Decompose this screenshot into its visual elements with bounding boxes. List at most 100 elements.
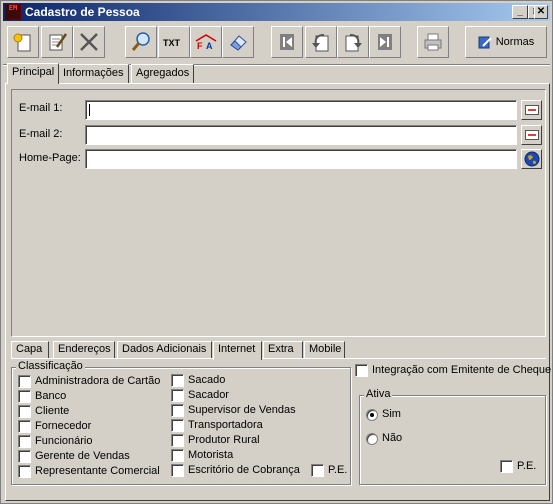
txt-icon: TXT (163, 38, 181, 48)
svg-text:F: F (197, 41, 203, 51)
checkbox-fornecedor[interactable] (18, 420, 31, 433)
edit-button[interactable] (41, 26, 73, 58)
checkbox-classificacao-pe[interactable] (311, 464, 324, 477)
checkbox-transportadora[interactable] (171, 419, 184, 432)
normas-button[interactable]: Normas (465, 26, 547, 58)
label-transportadora: Transportadora (188, 419, 263, 431)
tab-extra[interactable]: Extra (263, 341, 303, 358)
svg-text:TXT: TXT (163, 38, 181, 48)
tab-dados-adicionais[interactable]: Dados Adicionais (117, 341, 212, 358)
ativa-title: Ativa (364, 388, 393, 400)
fa-button[interactable]: F A (190, 26, 222, 58)
last-icon (378, 34, 392, 50)
normas-icon (478, 36, 492, 49)
close-button[interactable]: ✕ (534, 5, 548, 19)
label-fornecedor: Fornecedor (35, 420, 92, 432)
label-gerente-vendas: Gerente de Vendas (35, 450, 130, 462)
checkbox-integracao-cheque[interactable] (355, 364, 368, 377)
tab-enderecos[interactable]: Endereços (53, 341, 115, 358)
export-txt-button[interactable]: TXT (158, 26, 190, 58)
radio-ativa-sim[interactable] (366, 409, 378, 421)
tab-mobile[interactable]: Mobile (304, 341, 345, 358)
send-email1-button[interactable] (521, 100, 542, 120)
label-ativa-pe: P.E. (517, 460, 537, 472)
fa-icon: F A (195, 34, 217, 51)
tab-capa[interactable]: Capa (11, 341, 49, 358)
envelope-icon (524, 105, 539, 115)
edit-icon (49, 33, 68, 51)
window-title: Cadastro de Pessoa (25, 5, 140, 19)
checkbox-sacador[interactable] (171, 389, 184, 402)
globe-icon (524, 151, 539, 167)
label-ativa-sim: Sim (382, 408, 401, 420)
minimize-button[interactable]: _ (512, 5, 528, 19)
label-integracao-cheque: Integração com Emitente de Cheque (372, 364, 552, 376)
checkbox-funcionario[interactable] (18, 435, 31, 448)
label-ativa-nao: Não (382, 432, 403, 444)
label-supervisor-vendas: Supervisor de Vendas (188, 404, 296, 416)
open-homepage-button[interactable] (521, 149, 542, 169)
next-icon (345, 34, 362, 52)
svg-text:A: A (206, 41, 213, 51)
magnifier-icon (131, 32, 150, 51)
checkbox-supervisor-vendas[interactable] (171, 404, 184, 417)
label-produtor-rural: Produtor Rural (188, 434, 260, 446)
app-icon[interactable]: EM (5, 4, 21, 20)
checkbox-gerente-vendas[interactable] (18, 450, 31, 463)
email1-label: E-mail 1: (19, 102, 63, 114)
new-record-button[interactable] (7, 26, 39, 58)
checkbox-representante-comercial[interactable] (18, 465, 31, 478)
email2-label: E-mail 2: (19, 128, 63, 140)
eraser-icon (230, 35, 247, 51)
radio-ativa-nao[interactable] (366, 433, 378, 445)
checkbox-administradora-cartao[interactable] (18, 375, 31, 388)
label-administradora-cartao: Administradora de Cartão (35, 375, 161, 387)
label-sacador: Sacador (188, 389, 229, 401)
checkbox-cliente[interactable] (18, 405, 31, 418)
email1-input[interactable] (85, 100, 517, 120)
title-bar[interactable]: EM Cadastro de Pessoa _ □ ✕ (3, 3, 550, 21)
printer-icon (424, 33, 442, 51)
delete-button[interactable] (73, 26, 105, 58)
checkbox-motorista[interactable] (171, 449, 184, 462)
cadastro-window: EM Cadastro de Pessoa _ □ ✕ (0, 0, 553, 504)
homepage-label: Home-Page: (19, 152, 81, 164)
first-record-button[interactable] (271, 26, 303, 58)
label-motorista: Motorista (188, 449, 234, 461)
next-record-button[interactable] (337, 26, 369, 58)
send-email2-button[interactable] (521, 125, 542, 145)
checkbox-sacado[interactable] (171, 374, 184, 387)
eraser-button[interactable] (222, 26, 254, 58)
tab-principal[interactable]: Principal (7, 63, 60, 84)
last-record-button[interactable] (369, 26, 401, 58)
label-banco: Banco (35, 390, 67, 402)
checkbox-ativa-pe[interactable] (500, 460, 513, 473)
tab-strip-line (11, 358, 546, 359)
new-document-icon (13, 33, 31, 52)
search-button[interactable] (125, 26, 157, 58)
tab-agregados[interactable]: Agregados (131, 64, 195, 83)
delete-x-icon (80, 33, 98, 51)
homepage-input[interactable] (85, 149, 517, 169)
label-escritorio-cobranca: Escritório de Cobrança (188, 464, 300, 476)
text-caret (89, 104, 90, 116)
label-funcionario: Funcionário (35, 435, 93, 447)
normas-label: Normas (495, 36, 535, 48)
tab-internet[interactable]: Internet (213, 341, 262, 360)
toolbar: TXT F A Normas (1, 23, 553, 63)
label-cliente: Cliente (35, 405, 70, 417)
tab-informacoes[interactable]: Informações (58, 64, 129, 83)
label-classificacao-pe: P.E. (328, 464, 348, 476)
envelope-icon (524, 130, 539, 140)
previous-record-button[interactable] (305, 26, 337, 58)
first-icon (280, 34, 294, 50)
label-sacado: Sacado (188, 374, 226, 386)
print-button[interactable] (417, 26, 449, 58)
label-representante-comercial: Representante Comercial (35, 465, 160, 477)
checkbox-escritorio-cobranca[interactable] (171, 464, 184, 477)
previous-icon (312, 34, 329, 52)
email2-input[interactable] (85, 125, 517, 145)
checkbox-banco[interactable] (18, 390, 31, 403)
classificacao-title: Classificação (16, 360, 85, 372)
checkbox-produtor-rural[interactable] (171, 434, 184, 447)
